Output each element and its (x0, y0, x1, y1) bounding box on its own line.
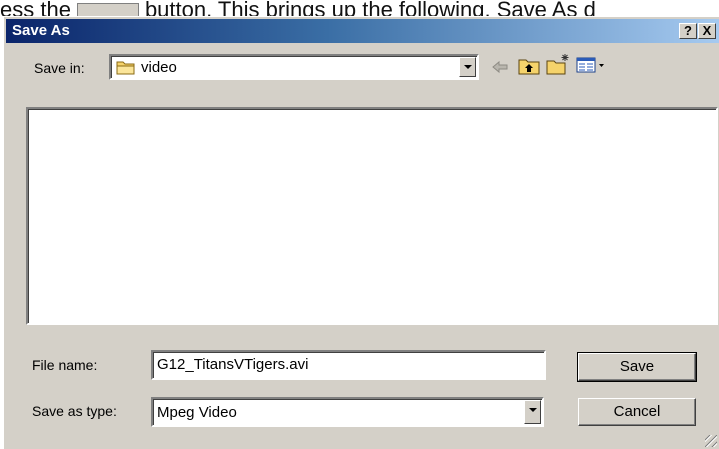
save-as-dialog: Save As ? X Save in: video File name: G1… (3, 16, 719, 449)
save-in-dropdown-arrow[interactable] (459, 57, 476, 77)
file-name-value: G12_TitansVTigers.avi (157, 356, 309, 373)
up-one-level-icon[interactable] (518, 55, 540, 80)
folder-icon (116, 59, 136, 80)
dialog-title: Save As (12, 22, 70, 39)
save-in-dropdown[interactable]: video (109, 54, 479, 80)
new-folder-icon[interactable] (546, 53, 570, 80)
save-button[interactable]: Save (577, 352, 697, 382)
title-bar[interactable]: Save As ? X (6, 19, 719, 43)
view-menu-icon[interactable] (576, 57, 606, 78)
cancel-button[interactable]: Cancel (578, 398, 696, 426)
back-arrow-icon[interactable] (491, 60, 509, 79)
save-in-label: Save in: (34, 60, 85, 76)
file-list-pane[interactable] (26, 107, 718, 325)
save-as-type-dropdown[interactable]: Mpeg Video (151, 397, 544, 427)
close-button[interactable]: X (698, 23, 716, 39)
save-as-type-label: Save as type: (32, 403, 117, 419)
help-button[interactable]: ? (679, 23, 697, 39)
save-as-type-dropdown-arrow[interactable] (524, 400, 541, 424)
resize-grip[interactable] (705, 435, 717, 447)
save-as-type-value: Mpeg Video (157, 404, 237, 421)
save-in-value: video (141, 59, 177, 76)
file-name-input[interactable]: G12_TitansVTigers.avi (151, 350, 546, 380)
file-name-label: File name: (32, 357, 98, 373)
